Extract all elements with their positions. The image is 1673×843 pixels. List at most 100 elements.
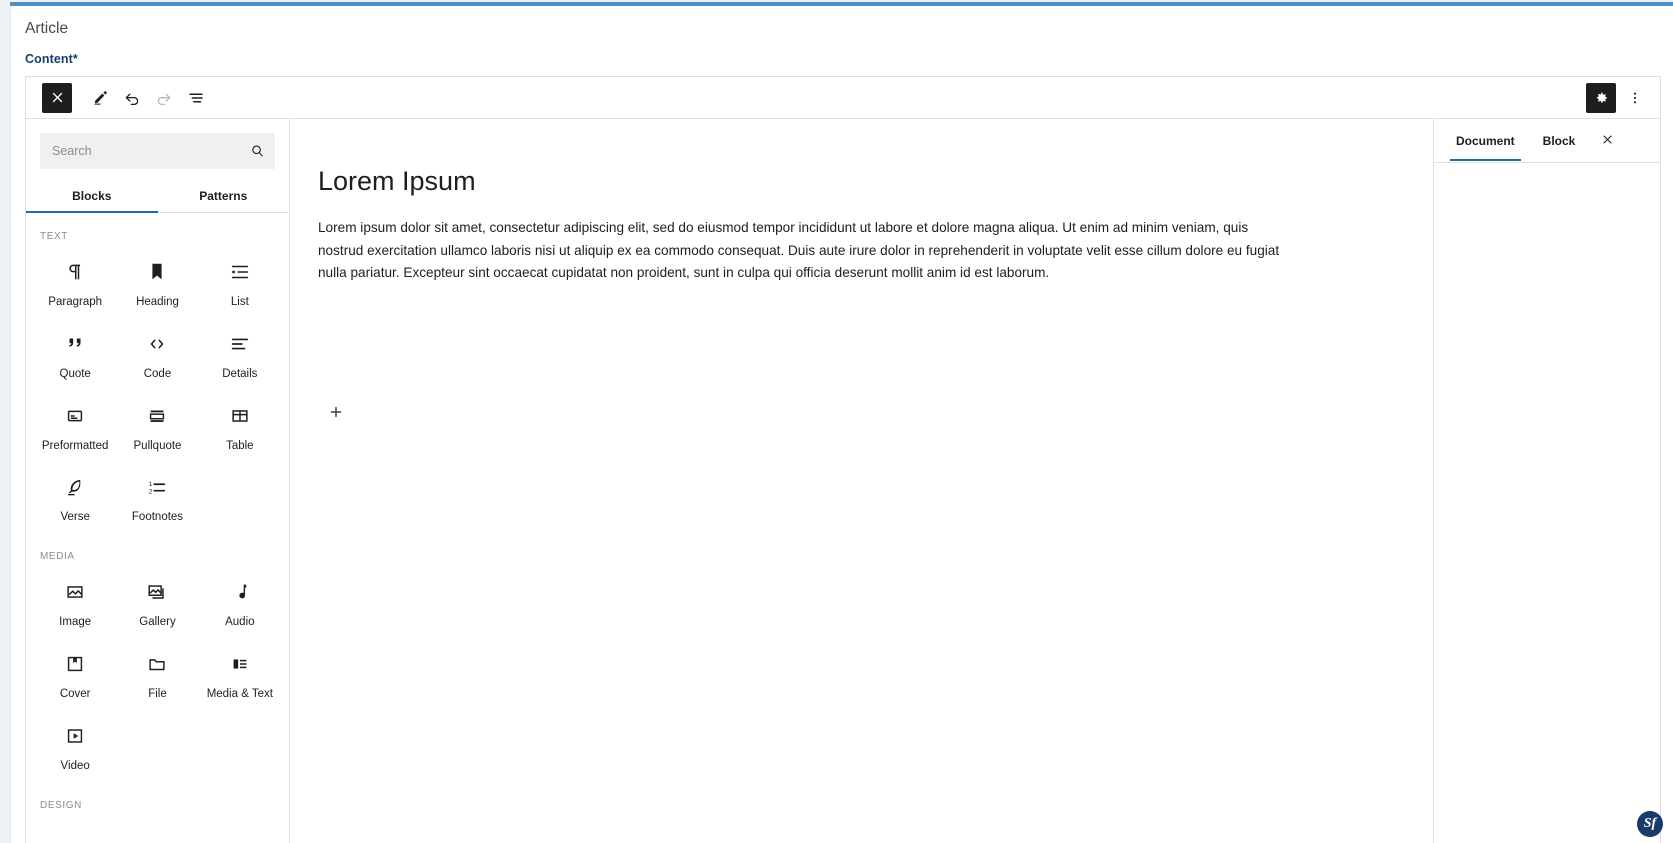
block-audio[interactable]: Audio: [199, 566, 281, 638]
block-gallery[interactable]: Gallery: [116, 566, 198, 638]
block-label: Table: [226, 439, 254, 452]
details-icon: [229, 332, 251, 356]
block-label: Audio: [225, 616, 255, 629]
block-table[interactable]: Table: [199, 390, 281, 462]
block-details[interactable]: Details: [199, 318, 281, 390]
gear-icon: [1593, 90, 1609, 106]
block-grid-text: Paragraph Heading List Quote Code Detail…: [26, 246, 289, 533]
block-label: Heading: [136, 296, 179, 308]
search-area: [26, 119, 289, 169]
preformatted-icon: [64, 404, 86, 428]
close-editor-button[interactable]: [42, 82, 72, 113]
pullquote-icon: [146, 404, 168, 428]
group-title-media: MEDIA: [40, 551, 75, 563]
block-media-text[interactable]: Media & Text: [199, 638, 281, 710]
close-icon: [50, 90, 65, 105]
redo-icon: [155, 89, 173, 107]
list-view-button[interactable]: [181, 83, 211, 113]
block-video[interactable]: Video: [34, 710, 116, 782]
block-label: Preformatted: [41, 439, 109, 452]
list-icon: [229, 260, 251, 284]
tab-patterns[interactable]: Patterns: [158, 179, 290, 212]
quote-icon: [64, 332, 86, 356]
block-image[interactable]: Image: [34, 566, 116, 638]
edit-tool-button[interactable]: [85, 83, 115, 113]
block-quote[interactable]: Quote: [34, 318, 116, 390]
options-menu-button[interactable]: [1620, 83, 1650, 113]
block-label: Image: [59, 616, 92, 629]
close-icon: [1601, 133, 1614, 149]
app-root: Article Content* Search Blocks Patterns …: [0, 0, 1673, 843]
media-text-icon: [229, 652, 251, 676]
cover-icon: [64, 652, 86, 676]
group-title-design: DESIGN: [40, 799, 82, 811]
toolbar-right-group: [1586, 82, 1650, 113]
block-paragraph[interactable]: Paragraph: [34, 246, 116, 318]
svg-text:1: 1: [149, 481, 153, 488]
undo-button[interactable]: [117, 83, 147, 113]
block-label: Pullquote: [133, 439, 182, 452]
block-label: Verse: [60, 511, 90, 524]
search-box[interactable]: [40, 133, 275, 169]
block-pullquote[interactable]: Pullquote: [116, 390, 198, 462]
block-editor: Blocks Patterns TEXT Paragraph: [25, 76, 1661, 843]
inserter-tabs: Blocks Patterns: [26, 179, 289, 213]
group-title-text: TEXT: [40, 231, 68, 242]
plus-icon: [328, 404, 344, 423]
redo-button[interactable]: [149, 83, 179, 113]
tab-block[interactable]: Block: [1529, 121, 1590, 160]
toolbar-left-group: [26, 82, 211, 113]
symfony-profiler-badge[interactable]: Sf: [1637, 811, 1663, 837]
block-label: Cover: [59, 687, 91, 700]
svg-text:2: 2: [149, 489, 153, 496]
block-label: Code: [143, 367, 172, 380]
block-label: Gallery: [139, 616, 176, 629]
block-heading[interactable]: Heading: [116, 246, 198, 318]
block-label: Details: [222, 367, 258, 380]
footnotes-icon: 12: [146, 475, 168, 499]
settings-button[interactable]: [1586, 82, 1616, 113]
editor-toolbar: [26, 77, 1660, 119]
block-verse[interactable]: Verse: [34, 461, 116, 533]
code-icon: [146, 332, 168, 356]
content-card: Article Content* Search Blocks Patterns …: [10, 6, 1673, 843]
block-preformatted[interactable]: Preformatted: [34, 390, 116, 462]
video-icon: [64, 724, 86, 748]
block-label: File: [148, 687, 167, 700]
file-icon: [146, 652, 168, 676]
block-label: List: [230, 296, 249, 308]
block-cover[interactable]: Cover: [34, 638, 116, 710]
settings-panel: Document Block: [1434, 119, 1660, 843]
tab-blocks[interactable]: Blocks: [26, 179, 158, 213]
canvas-content: Lorem Ipsum Lorem ipsum dolor sit amet, …: [290, 119, 1350, 285]
add-block-button[interactable]: [324, 401, 348, 425]
audio-icon: [229, 580, 251, 604]
verse-icon: [64, 475, 86, 499]
post-paragraph-block[interactable]: Lorem ipsum dolor sit amet, consectetur …: [318, 217, 1290, 284]
search-icon: [250, 144, 265, 159]
heading-icon: [146, 260, 168, 284]
list-view-icon: [187, 89, 205, 107]
block-code[interactable]: Code: [116, 318, 198, 390]
block-label: Quote: [59, 367, 91, 380]
block-file[interactable]: File: [116, 638, 198, 710]
close-settings-button[interactable]: [1593, 127, 1621, 155]
block-label: Paragraph: [48, 296, 103, 308]
post-title-block[interactable]: Lorem Ipsum: [318, 165, 1290, 197]
page-title: Article: [25, 20, 69, 37]
gallery-icon: [146, 580, 168, 604]
block-footnotes[interactable]: 12 Footnotes: [116, 461, 198, 533]
block-grid-media: Image Gallery Audio Cover File Media & T…: [26, 566, 289, 781]
editor-canvas[interactable]: Lorem Ipsum Lorem ipsum dolor sit amet, …: [290, 119, 1434, 843]
block-list[interactable]: List: [199, 246, 281, 318]
paragraph-icon: [64, 260, 86, 284]
editor-body: Blocks Patterns TEXT Paragraph: [26, 119, 1660, 843]
undo-icon: [123, 89, 141, 107]
search-input[interactable]: [40, 133, 275, 169]
table-icon: [229, 404, 251, 428]
image-icon: [64, 580, 86, 604]
pencil-icon: [92, 89, 109, 106]
block-label: Footnotes: [131, 511, 184, 524]
block-inserter-panel: Blocks Patterns TEXT Paragraph: [26, 119, 290, 843]
tab-document[interactable]: Document: [1442, 121, 1529, 161]
